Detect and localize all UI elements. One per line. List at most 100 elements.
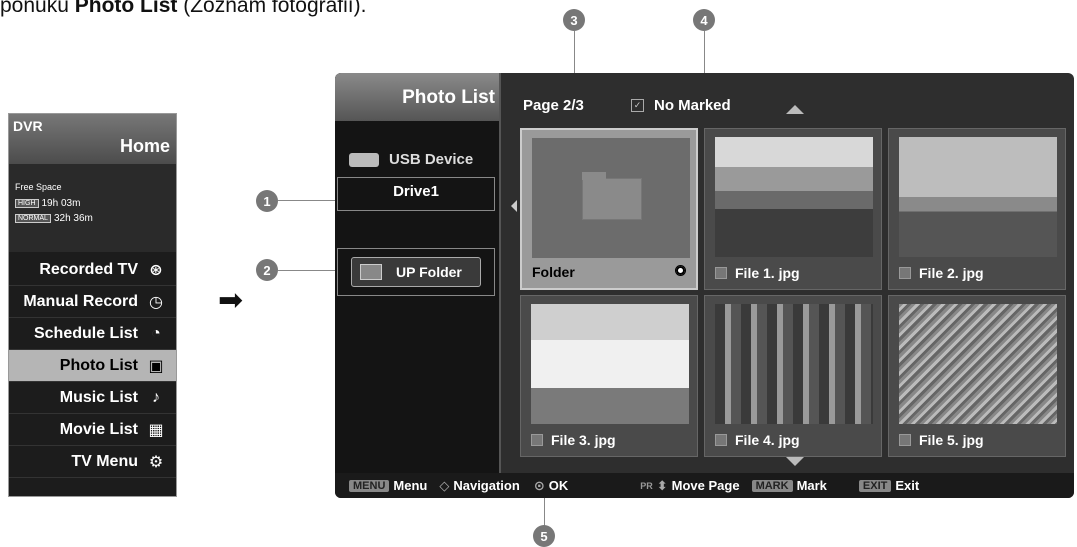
mark-hint[interactable]: MARK Mark bbox=[751, 478, 827, 493]
dvr-menu-item[interactable]: TV Menu ⚙ bbox=[9, 446, 176, 478]
photo-thumbnail bbox=[531, 304, 689, 424]
usb-device-label: USB Device bbox=[389, 151, 474, 168]
ok-icon: ⊙ bbox=[533, 477, 545, 493]
page-indicator: Page 2/3 bbox=[523, 97, 584, 114]
tile-caption: File 2. jpg bbox=[899, 265, 984, 281]
tile-label: Folder bbox=[532, 264, 575, 280]
dvr-menu-list: Recorded TV ⊛ Manual Record ◷ Schedule List ◔… bbox=[9, 254, 176, 478]
navigation-label: Navigation bbox=[453, 478, 520, 493]
callout-line bbox=[278, 270, 338, 271]
bottom-help-bar: MENU Menu ◇ Navigation ⊙ OK PR ⬍ Move Pa… bbox=[335, 473, 1074, 498]
tile-label: File 5. jpg bbox=[919, 432, 984, 448]
callout-line bbox=[544, 498, 545, 526]
photo-thumbnail bbox=[715, 137, 873, 257]
exit-label: Exit bbox=[895, 478, 920, 493]
photo-tile[interactable]: File 2. jpg bbox=[888, 128, 1066, 290]
left-panel: Photo List USB Device Drive1 UP Folder bbox=[335, 73, 501, 473]
dvr-header: DVR Home bbox=[9, 114, 176, 164]
dvr-menu-item[interactable]: Schedule List ◔ bbox=[9, 318, 176, 350]
scroll-left-icon[interactable] bbox=[511, 200, 517, 212]
move-page-hint[interactable]: PR ⬍ Move Page bbox=[640, 478, 739, 494]
up-folder-button[interactable]: UP Folder bbox=[351, 257, 481, 287]
navigation-hint: ◇ Navigation bbox=[439, 478, 519, 494]
callout-4: 4 bbox=[693, 9, 715, 31]
navigation-icon: ◇ bbox=[439, 477, 450, 493]
menu-key: MENU bbox=[349, 479, 390, 492]
intro-text: ponuku Photo List (Zoznam fotografií). bbox=[0, 0, 367, 17]
dvr-menu-item[interactable]: Recorded TV ⊛ bbox=[9, 254, 176, 286]
dvr-label: DVR bbox=[13, 118, 43, 134]
drive-selector[interactable]: Drive1 bbox=[337, 177, 495, 211]
mark-checkbox[interactable] bbox=[899, 434, 911, 446]
mark-checkbox[interactable] bbox=[715, 267, 727, 279]
move-page-label: Move Page bbox=[671, 478, 740, 493]
schedule-clock-icon: ◔ bbox=[151, 324, 161, 342]
tile-caption: Folder bbox=[532, 264, 575, 280]
dvr-menu-panel: DVR Home Free Space HIGH 19h 03m NORMAL … bbox=[8, 113, 177, 497]
photo-list-tab: Photo List bbox=[335, 73, 499, 121]
dvr-menu-item[interactable]: Music List ♪ bbox=[9, 382, 176, 414]
photo-list-title: Photo List bbox=[402, 87, 495, 108]
tile-caption: File 3. jpg bbox=[531, 432, 616, 448]
callout-5: 5 bbox=[533, 525, 555, 547]
dvr-menu-item[interactable]: Movie List ▦ bbox=[9, 414, 176, 446]
mark-label: Mark bbox=[796, 478, 827, 493]
selected-indicator-icon bbox=[675, 265, 686, 276]
folder-tile[interactable]: Folder bbox=[520, 128, 698, 290]
folder-icon bbox=[532, 138, 690, 258]
mark-checkbox[interactable] bbox=[715, 434, 727, 446]
movie-icon: ▦ bbox=[148, 421, 164, 439]
normal-time: 32h 36m bbox=[53, 213, 93, 224]
dvr-menu-item[interactable]: Manual Record ◷ bbox=[9, 286, 176, 318]
dvr-menu-item-label: Music List bbox=[59, 388, 138, 406]
dvr-menu-item-label: Schedule List bbox=[33, 324, 138, 342]
menu-key-hint[interactable]: MENU Menu bbox=[349, 478, 427, 493]
mark-checkbox[interactable] bbox=[899, 267, 911, 279]
high-quality-row: HIGH 19h 03m bbox=[15, 198, 80, 209]
film-reel-icon: ⊛ bbox=[149, 261, 163, 279]
dvr-home-title: Home bbox=[119, 136, 170, 156]
dvr-menu-item-label: Photo List bbox=[59, 356, 138, 374]
right-arrow-icon: ➡ bbox=[218, 284, 244, 317]
dvr-menu-item-label: TV Menu bbox=[71, 452, 138, 470]
photo-icon: ▣ bbox=[148, 357, 164, 375]
tile-label: File 1. jpg bbox=[735, 265, 800, 281]
tile-caption: File 4. jpg bbox=[715, 432, 800, 448]
tile-caption: File 5. jpg bbox=[899, 432, 984, 448]
callout-1: 1 bbox=[256, 190, 278, 212]
menu-label: Menu bbox=[393, 478, 428, 493]
photo-thumbnail bbox=[715, 304, 873, 424]
gears-icon: ⚙ bbox=[148, 453, 164, 471]
mark-key: MARK bbox=[751, 479, 793, 492]
tile-label: File 4. jpg bbox=[735, 432, 800, 448]
high-time: 19h 03m bbox=[41, 198, 81, 209]
photo-tile[interactable]: File 3. jpg bbox=[520, 295, 698, 457]
dvr-menu-item-label: Manual Record bbox=[23, 292, 138, 310]
music-note-icon: ♪ bbox=[152, 388, 160, 406]
ok-label: OK bbox=[548, 478, 569, 493]
photo-thumbnail bbox=[899, 137, 1057, 257]
normal-quality-row: NORMAL 32h 36m bbox=[15, 213, 93, 224]
photo-tile[interactable]: File 1. jpg bbox=[704, 128, 882, 290]
mark-checkbox[interactable] bbox=[531, 434, 543, 446]
pr-icon: ⬍ bbox=[656, 477, 668, 493]
photo-tile[interactable]: File 5. jpg bbox=[888, 295, 1066, 457]
exit-hint[interactable]: EXIT Exit bbox=[858, 478, 920, 493]
marked-label: No Marked bbox=[654, 97, 731, 114]
tile-caption: File 1. jpg bbox=[715, 265, 800, 281]
dvr-menu-item-label: Movie List bbox=[59, 420, 138, 438]
up-folder-label: UP Folder bbox=[396, 264, 462, 280]
tile-label: File 2. jpg bbox=[919, 265, 984, 281]
dvr-free-space: Free Space HIGH 19h 03m NORMAL 32h 36m bbox=[9, 164, 176, 252]
dvr-menu-item[interactable]: Photo List ▣ bbox=[9, 350, 176, 382]
photo-tile[interactable]: File 4. jpg bbox=[704, 295, 882, 457]
ok-hint[interactable]: ⊙ OK bbox=[534, 478, 568, 494]
marked-status: ✓ No Marked bbox=[631, 97, 731, 114]
scroll-up-icon[interactable] bbox=[786, 105, 804, 114]
usb-device: USB Device bbox=[349, 151, 473, 168]
photo-list-screen: Photo List USB Device Drive1 UP Folder P… bbox=[335, 73, 1074, 498]
scroll-down-icon[interactable] bbox=[786, 457, 804, 466]
usb-icon bbox=[349, 152, 379, 167]
free-space-label: Free Space bbox=[15, 182, 62, 192]
folder-up-icon bbox=[360, 264, 382, 280]
